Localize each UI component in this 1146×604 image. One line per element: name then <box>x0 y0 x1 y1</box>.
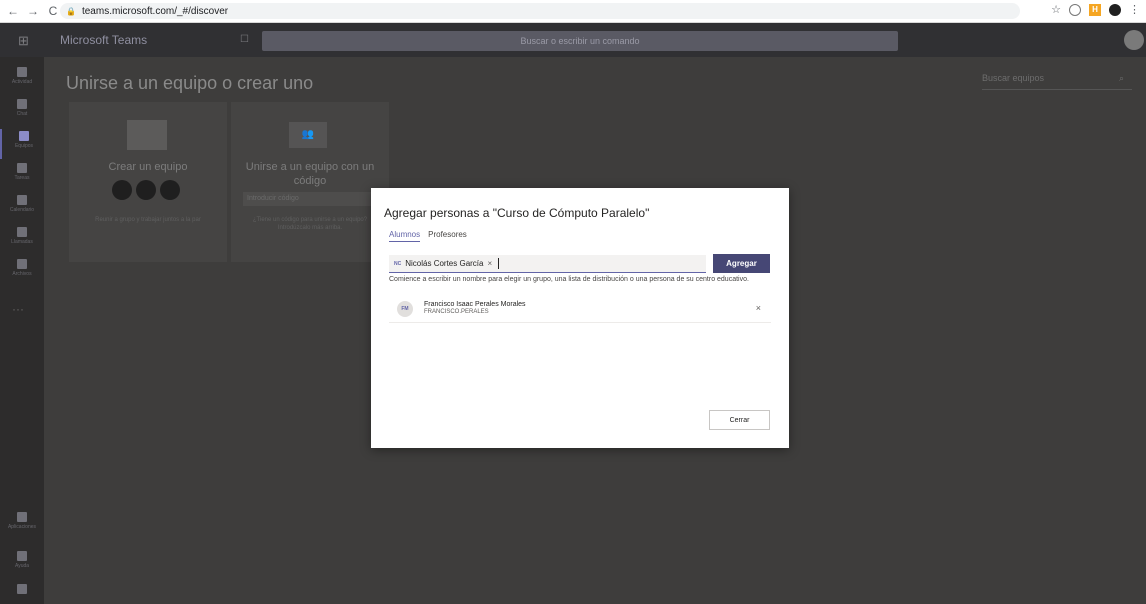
rail-item-chat[interactable]: Chat <box>0 97 44 127</box>
rail-item-files[interactable]: Archivos <box>0 257 44 287</box>
text-caret <box>498 258 500 269</box>
rail-item-label: Archivos <box>12 271 32 277</box>
search-teams-input[interactable]: Buscar equipos ⌕ <box>982 67 1132 90</box>
menu-dots-icon[interactable]: ⋮ <box>1129 3 1140 16</box>
command-search-box[interactable]: Buscar o escribir un comando <box>262 31 898 51</box>
compose-icon[interactable]: ☐ <box>240 34 249 45</box>
tab-alumnos[interactable]: Alumnos <box>389 230 421 242</box>
dialog-title: Agregar personas a "Curso de Cómputo Par… <box>384 206 650 220</box>
app-title: Microsoft Teams <box>60 33 148 47</box>
lock-icon: 🔒 <box>66 6 76 16</box>
page-title: Unirse a un equipo o crear uno <box>66 73 314 93</box>
bookmark-star-icon[interactable]: ☆ <box>1051 3 1061 16</box>
rail-item-download[interactable] <box>0 582 44 604</box>
suggestion-row[interactable]: FM Francisco Isaac Perales Morales FRANC… <box>389 296 771 323</box>
profile-avatar-icon[interactable] <box>1109 3 1121 16</box>
files-icon <box>17 259 27 269</box>
calendar-icon <box>17 195 27 205</box>
remove-pill-icon[interactable]: × <box>487 259 492 268</box>
rail-item-label: Llamadas <box>11 239 33 245</box>
team-code-input[interactable]: Introducir código <box>243 192 377 206</box>
rail-item-label: Chat <box>16 111 28 117</box>
assignments-icon <box>17 163 27 173</box>
selected-person-pill: NC Nicolás Cortes García × <box>394 259 492 268</box>
more-apps-icon[interactable]: ··· <box>12 302 24 316</box>
extension-h-icon[interactable]: H <box>1089 3 1101 16</box>
dialog-tabs: Alumnos Profesores <box>389 230 467 242</box>
picker-hint: Comience a escribir un nombre para elegi… <box>389 276 749 283</box>
reload-icon[interactable]: C <box>46 4 60 18</box>
download-icon <box>17 584 27 594</box>
close-icon[interactable]: × <box>756 303 761 313</box>
suggestion-name: Francisco Isaac Perales Morales <box>424 301 526 308</box>
avatars-illustration <box>112 180 180 200</box>
avatar: FM <box>397 301 413 317</box>
rail-item-label: Ayuda <box>14 563 30 569</box>
app-launcher-icon[interactable]: ⊞ <box>18 33 29 49</box>
pill-name: Nicolás Cortes García <box>405 259 484 268</box>
people-picker-input[interactable]: NC Nicolás Cortes García × <box>389 255 706 273</box>
teams-header: ⊞ Microsoft Teams ☐ Buscar o escribir un… <box>0 23 1146 57</box>
back-icon[interactable]: ← <box>6 4 20 18</box>
rail-item-assignments[interactable]: Tareas <box>0 161 44 191</box>
teams-icon <box>19 131 29 141</box>
rail-item-label: Equipos <box>14 143 34 149</box>
help-icon <box>17 551 27 561</box>
rail-item-teams[interactable]: Equipos <box>0 129 46 159</box>
bell-icon <box>17 67 27 77</box>
extension-circle-icon[interactable] <box>1069 3 1081 16</box>
rail-item-label: Tareas <box>14 175 30 181</box>
join-team-icon: 👥 <box>289 122 327 148</box>
browser-extensions: ☆ H ⋮ <box>1051 3 1140 16</box>
add-button[interactable]: Agregar <box>713 254 770 273</box>
forward-icon[interactable]: → <box>26 4 40 18</box>
rail-item-calendar[interactable]: Calendario <box>0 193 44 223</box>
create-team-card[interactable]: Crear un equipo Reunir a grupo y trabaja… <box>69 102 227 262</box>
chat-icon <box>17 99 27 109</box>
create-team-illustration <box>127 120 167 150</box>
phone-icon <box>17 227 27 237</box>
pill-initials: NC <box>394 260 402 267</box>
card-title: Unirse a un equipo con un código <box>245 161 375 187</box>
url-text[interactable]: teams.microsoft.com/_#/discover <box>82 6 228 17</box>
rail-item-label: Actividad <box>11 79 33 85</box>
app-rail: Actividad Chat Equipos Tareas Calendario… <box>0 57 44 604</box>
rail-item-activity[interactable]: Actividad <box>0 65 44 95</box>
search-teams-placeholder: Buscar equipos <box>982 73 1045 83</box>
apps-icon <box>17 512 27 522</box>
browser-toolbar: ← → C 🔒 teams.microsoft.com/_#/discover … <box>0 0 1146 23</box>
rail-item-calls[interactable]: Llamadas <box>0 225 44 255</box>
rail-item-label: Calendario <box>9 207 35 213</box>
card-description: Reunir a grupo y trabajar juntos a la pa… <box>95 217 201 223</box>
rail-item-apps[interactable]: Aplicaciones <box>0 510 44 540</box>
address-bar[interactable]: 🔒 teams.microsoft.com/_#/discover <box>60 3 1020 19</box>
close-button[interactable]: Cerrar <box>709 410 770 430</box>
join-team-card[interactable]: 👥 Unirse a un equipo con un código Intro… <box>231 102 389 262</box>
suggestion-username: FRANCISCO.PERALES <box>424 309 489 315</box>
user-avatar[interactable] <box>1124 30 1144 50</box>
search-icon[interactable]: ⌕ <box>1119 67 1124 89</box>
rail-item-help[interactable]: Ayuda <box>0 549 44 579</box>
card-title: Crear un equipo <box>108 161 188 173</box>
card-description: ¿Tiene un código para unirse a un equipo… <box>252 217 368 231</box>
tab-profesores[interactable]: Profesores <box>428 230 467 242</box>
add-people-dialog: Agregar personas a "Curso de Cómputo Par… <box>371 188 789 448</box>
rail-item-label: Aplicaciones <box>7 524 37 530</box>
